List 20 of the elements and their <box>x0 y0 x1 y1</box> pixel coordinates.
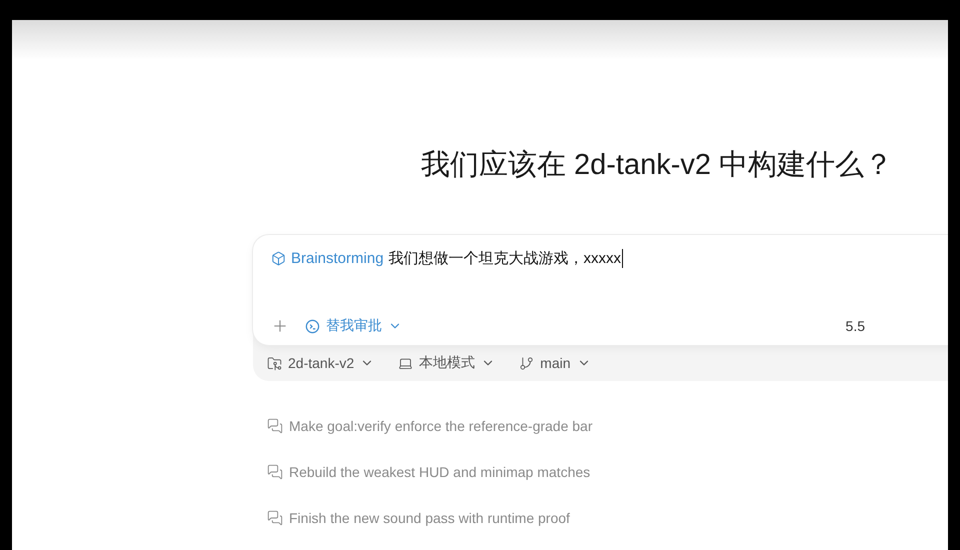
approval-dropdown[interactable]: 替我审批 <box>305 317 402 335</box>
chat-bubbles-icon <box>267 510 283 526</box>
branch-dropdown[interactable]: main <box>519 355 591 371</box>
suggestion-item[interactable]: Rebuild the weakest HUD and minimap matches <box>267 449 948 495</box>
folder-icon <box>267 356 282 370</box>
chat-bubbles-icon <box>267 464 283 480</box>
laptop-icon <box>398 356 414 370</box>
prompt-input[interactable]: 我们想做一个坦克大战游戏，xxxxx <box>388 249 624 268</box>
environment-dropdown[interactable]: 本地模式 <box>398 354 496 372</box>
suggestion-item[interactable]: Make goal:verify enforce the reference-grade bar <box>267 403 948 449</box>
branch-icon <box>519 356 534 370</box>
cube-icon <box>271 251 286 266</box>
model-selector[interactable]: 5.5 <box>846 318 865 334</box>
suggestion-item[interactable]: Finish the new sound pass with runtime proof <box>267 495 948 541</box>
mode-tag[interactable]: Brainstorming <box>271 250 384 267</box>
terminal-icon <box>305 318 320 334</box>
chat-bubbles-icon <box>267 418 283 434</box>
composer-card[interactable]: Brainstorming 我们想做一个坦克大战游戏，xxxxx 替我审批 5.5 <box>253 235 948 345</box>
project-dropdown[interactable]: 2d-tank-v2 <box>267 355 374 371</box>
page-heading: 我们应该在 2d-tank-v2 中构建什么？ <box>420 148 894 183</box>
